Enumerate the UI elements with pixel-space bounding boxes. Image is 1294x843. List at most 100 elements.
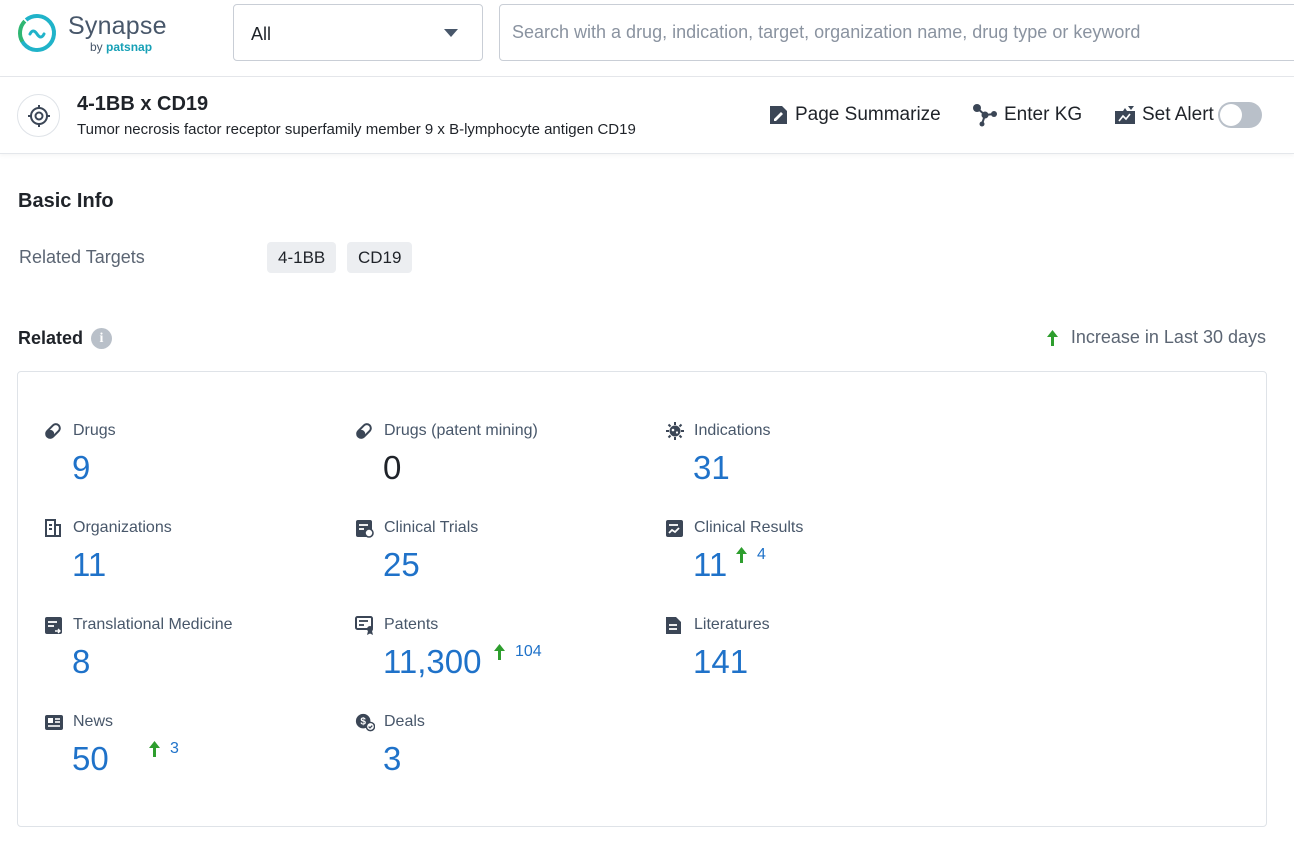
set-alert-toggle[interactable] — [1218, 102, 1262, 128]
info-icon[interactable]: i — [91, 328, 112, 349]
stat-label: Clinical Results — [694, 519, 803, 537]
logo-byline: by patsnap — [90, 40, 152, 54]
stat-clinical-results[interactable]: Clinical Results 11 4 — [665, 518, 965, 598]
stat-deals[interactable]: $ Deals 3 — [355, 712, 655, 792]
patent-icon — [355, 615, 375, 635]
building-icon — [44, 518, 64, 538]
page-subtitle: Tumor necrosis factor receptor superfami… — [77, 121, 636, 138]
search-scope-select[interactable]: All — [233, 4, 483, 61]
stat-increase: 104 — [493, 643, 542, 661]
basic-info-title: Basic Info — [18, 190, 114, 213]
stat-value[interactable]: 50 — [72, 740, 109, 778]
stat-organizations[interactable]: Organizations 11 — [44, 518, 344, 598]
logo-by-text: by — [90, 40, 103, 54]
stat-literatures[interactable]: Literatures 141 — [665, 615, 965, 695]
clinical-trial-icon — [355, 518, 375, 538]
newspaper-icon — [44, 712, 64, 732]
stat-drugs[interactable]: Drugs 9 — [44, 421, 344, 501]
page-summarize-button[interactable]: Page Summarize — [768, 102, 941, 128]
stat-drugs-patent-mining[interactable]: Drugs (patent mining) 0 — [355, 421, 655, 501]
alert-icon — [1114, 105, 1136, 125]
stat-header: Organizations — [44, 518, 172, 538]
target-icon — [17, 94, 60, 137]
set-alert-control: Set Alert — [1114, 102, 1214, 128]
stat-header: Literatures — [665, 615, 770, 635]
stat-increase: 3 — [148, 740, 179, 758]
arrow-up-icon — [735, 546, 748, 564]
logo-brand: patsnap — [106, 40, 152, 54]
set-alert-label: Set Alert — [1142, 104, 1214, 126]
enter-kg-label: Enter KG — [1004, 104, 1082, 126]
search-input[interactable] — [499, 4, 1294, 61]
stat-label: Literatures — [694, 616, 770, 634]
stat-label: Patents — [384, 616, 438, 634]
stat-news[interactable]: News 50 3 — [44, 712, 344, 792]
stat-header: Translational Medicine — [44, 615, 232, 635]
stat-label: Indications — [694, 422, 771, 440]
target-tag[interactable]: 4-1BB — [267, 242, 336, 273]
stat-header: $ Deals — [355, 712, 425, 732]
stat-value[interactable]: 8 — [72, 643, 90, 681]
synapse-logo-icon — [16, 12, 58, 54]
summarize-icon — [768, 104, 789, 126]
stat-patents[interactable]: Patents 11,300 104 — [355, 615, 655, 695]
stat-value[interactable]: 11 — [693, 546, 727, 584]
chart-report-icon — [665, 518, 685, 538]
entity-header: 4-1BB x CD19 Tumor necrosis factor recep… — [0, 77, 1294, 154]
increase-legend-label: Increase in Last 30 days — [1071, 327, 1266, 348]
knowledge-graph-icon — [971, 103, 998, 127]
stat-header: Drugs — [44, 421, 116, 441]
stat-header: News — [44, 712, 113, 732]
arrow-up-icon — [493, 643, 506, 661]
stat-increase-value: 3 — [170, 740, 179, 758]
stat-increase-value: 104 — [515, 643, 542, 661]
stat-label: Organizations — [73, 519, 172, 537]
page-title: 4-1BB x CD19 — [77, 93, 208, 116]
stat-header: Patents — [355, 615, 438, 635]
logo-name: Synapse — [68, 12, 167, 41]
stat-label: Clinical Trials — [384, 519, 478, 537]
stat-value[interactable]: 3 — [383, 740, 401, 778]
stat-label: Deals — [384, 713, 425, 731]
report-icon — [44, 615, 64, 635]
top-bar: Synapse by patsnap All — [0, 0, 1294, 77]
stat-label: Drugs — [73, 422, 116, 440]
related-stats-card: Drugs 9 Drugs (patent mining) 0 Indicati… — [17, 371, 1267, 827]
related-targets-label: Related Targets — [19, 247, 145, 268]
document-icon — [665, 615, 685, 635]
stat-increase: 4 — [735, 546, 766, 564]
stat-label: Drugs (patent mining) — [384, 422, 538, 440]
pill-icon — [355, 421, 375, 441]
stat-header: Drugs (patent mining) — [355, 421, 538, 441]
stat-value[interactable]: 11 — [72, 546, 106, 584]
stat-header: Clinical Results — [665, 518, 803, 538]
stat-label: Translational Medicine — [73, 616, 232, 634]
stat-value[interactable]: 31 — [693, 449, 730, 487]
stat-header: Clinical Trials — [355, 518, 478, 538]
enter-kg-button[interactable]: Enter KG — [971, 102, 1082, 128]
pill-icon — [44, 421, 64, 441]
stat-value: 0 — [383, 449, 401, 487]
stat-indications[interactable]: Indications 31 — [665, 421, 965, 501]
deal-icon: $ — [355, 712, 375, 732]
stat-value[interactable]: 11,300 — [383, 643, 481, 681]
toggle-knob — [1220, 104, 1242, 126]
caret-down-icon — [444, 29, 458, 37]
stat-value[interactable]: 25 — [383, 546, 420, 584]
search-scope-value: All — [251, 24, 271, 45]
target-tag[interactable]: CD19 — [347, 242, 412, 273]
stat-translational-medicine[interactable]: Translational Medicine 8 — [44, 615, 344, 695]
svg-text:$: $ — [360, 717, 366, 728]
stat-label: News — [73, 713, 113, 731]
stat-value[interactable]: 141 — [693, 643, 748, 681]
synapse-logo[interactable]: Synapse by patsnap — [16, 12, 186, 58]
increase-legend: Increase in Last 30 days — [1046, 327, 1266, 348]
page-summarize-label: Page Summarize — [795, 104, 941, 126]
stat-header: Indications — [665, 421, 771, 441]
related-title: Related — [18, 328, 83, 349]
arrow-up-icon — [1046, 329, 1059, 347]
stat-increase-value: 4 — [757, 546, 766, 564]
stat-value[interactable]: 9 — [72, 449, 90, 487]
arrow-up-icon — [148, 740, 161, 758]
stat-clinical-trials[interactable]: Clinical Trials 25 — [355, 518, 655, 598]
